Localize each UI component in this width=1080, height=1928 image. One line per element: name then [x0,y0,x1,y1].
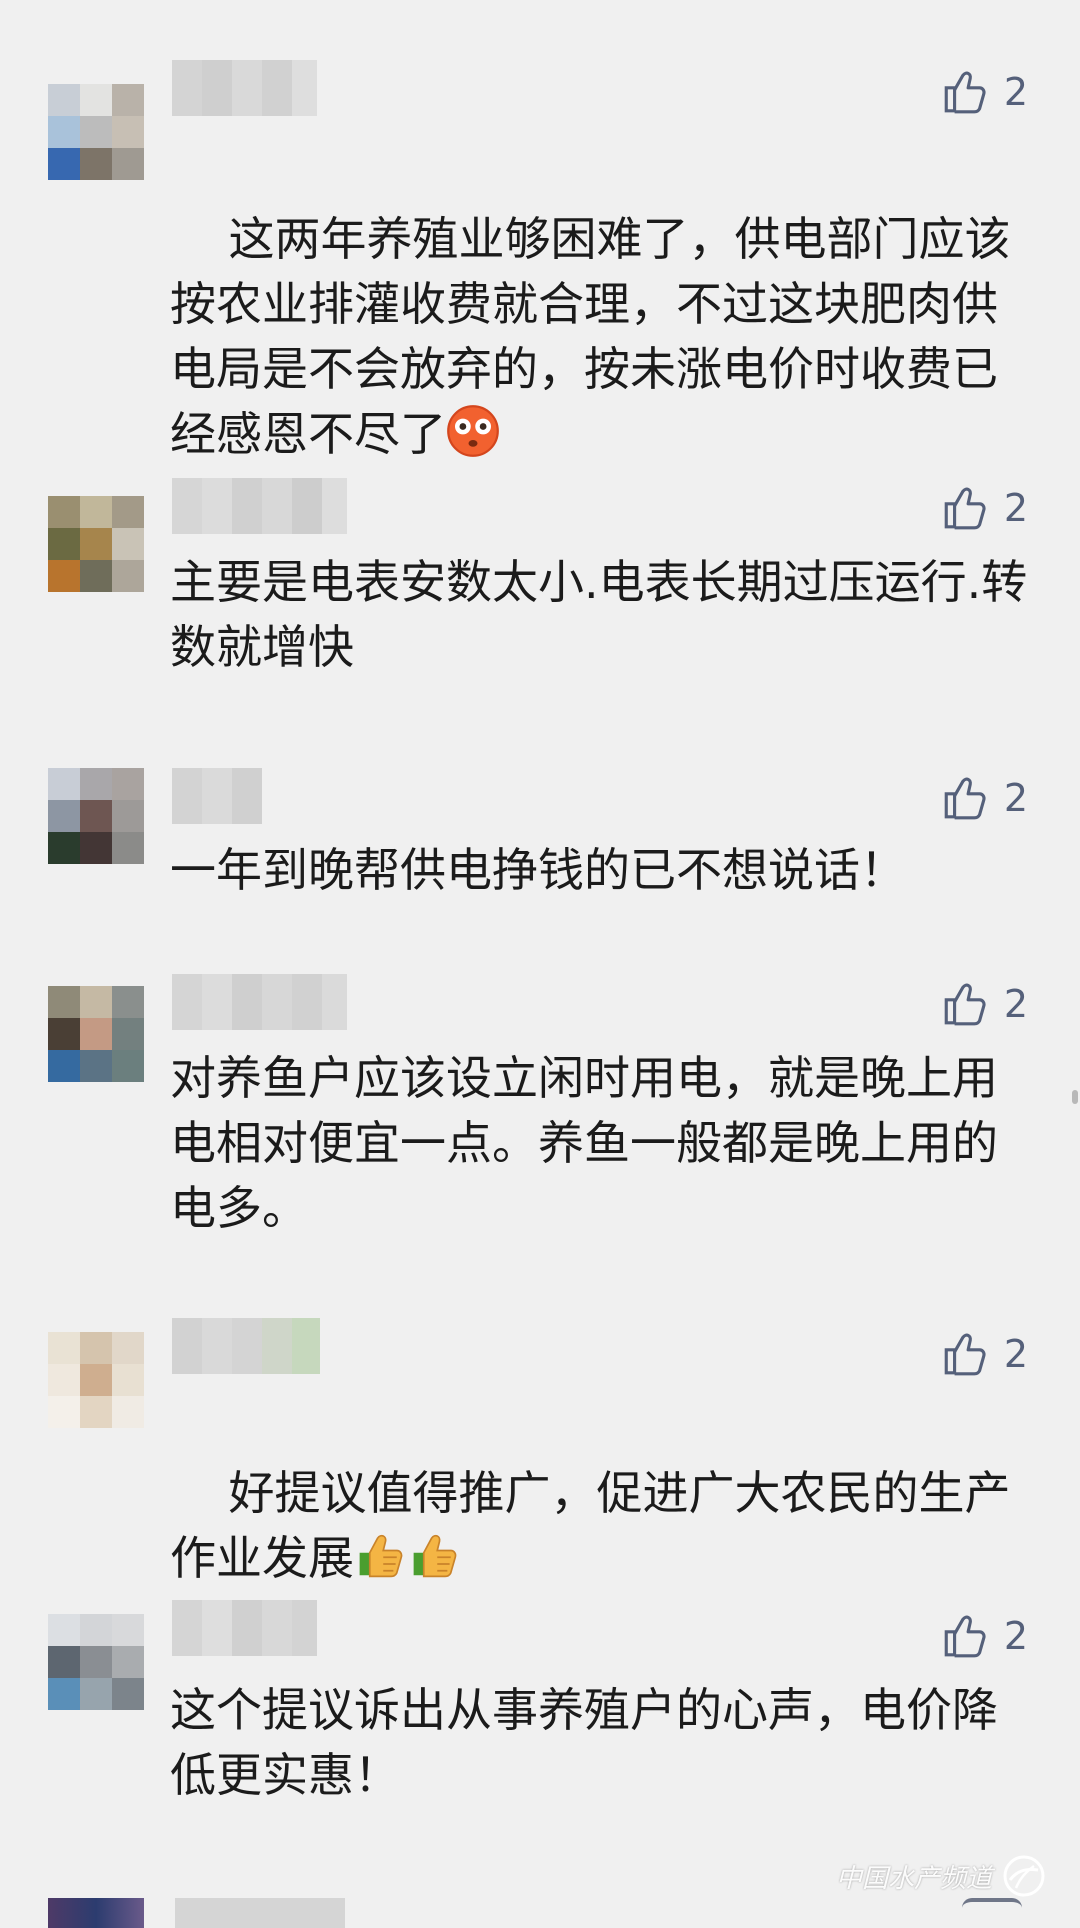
comment-text: 这个提议诉出从事养殖户的心声，电价降低更实惠！ [170,1683,998,1802]
avatar[interactable] [48,1898,144,1928]
like-button[interactable]: 2 [940,66,1028,118]
thumbs-up-icon[interactable] [962,1898,1022,1926]
like-button[interactable]: 2 [940,978,1028,1030]
avatar[interactable] [48,1614,144,1710]
avatar[interactable] [48,1332,144,1428]
comment-text: 一年到晚帮供电挣钱的已不想说话！ [170,843,906,897]
like-button[interactable]: 2 [940,1328,1028,1380]
like-count: 2 [1003,1332,1028,1376]
comment-text: 对养鱼户应该设立闲时用电，就是晚上用电相对便宜一点。养鱼一般都是晚上用的电多。 [170,1051,998,1235]
like-count: 2 [1003,776,1028,820]
nickname-blurred[interactable] [172,1600,317,1656]
thumbs-up-icon [944,487,986,530]
thumbs-up-icon [944,1615,986,1658]
nickname-blurred[interactable] [175,1898,345,1928]
like-button[interactable]: 2 [940,1610,1028,1662]
avatar[interactable] [48,986,144,1082]
thumbs-up-emoji-icon [359,1534,403,1578]
nickname-blurred[interactable] [172,974,347,1030]
comment-text: 好提议值得推广，促进广大农民的生产作业发展 [170,1466,1011,1585]
comment-text: 主要是电表安数太小.电表长期过压运行.转数就增快 [170,555,1028,674]
nickname-blurred[interactable] [172,1318,320,1374]
nickname-blurred[interactable] [172,60,317,116]
thumbs-up-icon [944,1333,986,1376]
flushed-face-emoji-icon [447,405,499,457]
like-count: 2 [1003,982,1028,1026]
like-count: 2 [1003,70,1028,114]
scroll-indicator [1072,1090,1078,1104]
like-count: 2 [1003,1614,1028,1658]
nickname-blurred[interactable] [172,478,347,534]
comment-text: 这两年养殖业够困难了，供电部门应该按农业排灌收费就合理，不过这块肥肉供电局是不会… [170,212,1011,461]
thumbs-up-icon [944,777,986,820]
like-count: 2 [1003,486,1028,530]
nickname-blurred[interactable] [172,768,262,824]
avatar[interactable] [48,768,144,864]
avatar[interactable] [48,496,144,592]
thumbs-up-emoji-icon [413,1534,457,1578]
thumbs-up-icon [944,71,986,114]
thumbs-up-icon [944,983,986,1026]
watermark-logo-icon [1003,1855,1045,1897]
watermark-text: 中国水产频道 [835,1863,992,1894]
like-button[interactable]: 2 [940,772,1028,824]
comment-text-container: 这两年养殖业够困难了，供电部门应该按农业排灌收费就合理，不过这块肥肉供电局是不会… [170,142,1030,532]
avatar[interactable] [48,84,144,180]
watermark: 中国水产频道 [836,1854,1046,1898]
like-button[interactable]: 2 [940,482,1028,534]
